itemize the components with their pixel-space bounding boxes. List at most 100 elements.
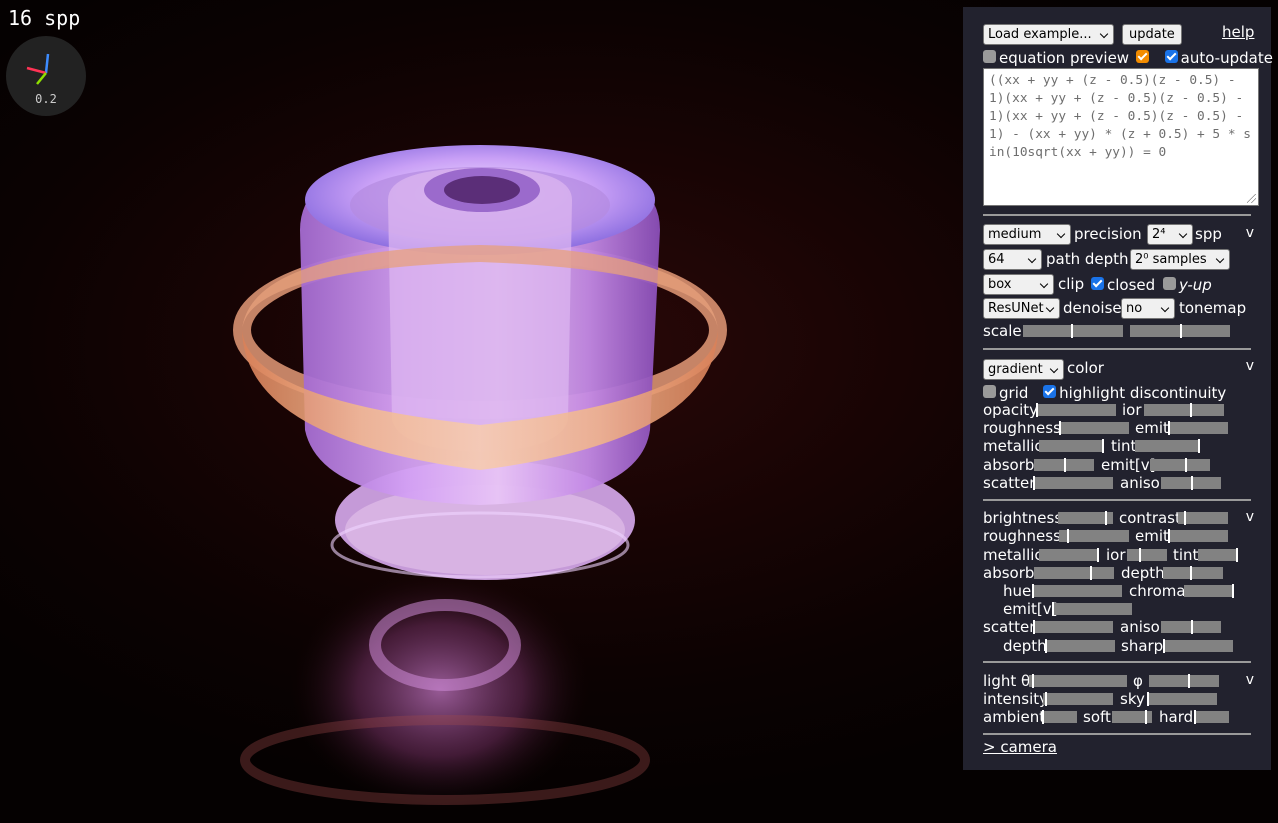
chroma-slider-thumb[interactable] — [1232, 584, 1234, 598]
sky-slider[interactable] — [1147, 692, 1217, 706]
tonemap-select[interactable]: no — [1121, 298, 1175, 319]
surface-absorb-label: absorb — [983, 564, 1035, 582]
surface-ior-slider-thumb[interactable] — [1139, 548, 1141, 562]
metallic-slider-thumb[interactable] — [1102, 439, 1104, 453]
surface-emit-slider-thumb[interactable] — [1168, 529, 1170, 543]
grid-label: grid — [999, 383, 1029, 402]
aniso-slider[interactable] — [1161, 476, 1221, 490]
ior-slider-thumb[interactable] — [1189, 403, 1192, 417]
ior-slider[interactable] — [1144, 403, 1224, 417]
opacity-slider-thumb[interactable] — [1036, 403, 1038, 417]
scatter-slider-thumb[interactable] — [1033, 476, 1035, 490]
scatter-slider[interactable] — [1033, 476, 1113, 490]
surface-scatter-slider-thumb[interactable] — [1033, 620, 1035, 634]
clip-select[interactable]: box — [983, 274, 1054, 295]
metallic-slider[interactable] — [1039, 439, 1104, 453]
aniso-slider-thumb[interactable] — [1191, 476, 1193, 490]
surface-depth-slider[interactable] — [1163, 566, 1223, 580]
light-phi-slider[interactable] — [1149, 674, 1219, 688]
surface-aniso-slider[interactable] — [1161, 620, 1221, 634]
y-up-checkbox[interactable] — [1163, 277, 1176, 290]
resize-grip-icon[interactable] — [1247, 194, 1256, 203]
precision-select[interactable]: medium — [983, 224, 1071, 245]
roughness-slider[interactable] — [1059, 421, 1129, 435]
surface-metallic-slider[interactable] — [1039, 548, 1099, 562]
sharp-slider[interactable] — [1163, 639, 1233, 653]
soft-slider-thumb[interactable] — [1144, 710, 1147, 724]
tint-slider[interactable] — [1135, 439, 1200, 453]
contrast-slider-thumb[interactable] — [1184, 511, 1186, 525]
soft-slider[interactable] — [1112, 710, 1152, 724]
light-theta-slider-thumb[interactable] — [1031, 674, 1034, 688]
sky-slider-thumb[interactable] — [1147, 692, 1149, 706]
hue-slider[interactable] — [1032, 584, 1122, 598]
surface-depth-slider-thumb[interactable] — [1190, 566, 1192, 580]
scale-label: scale — [983, 322, 1022, 340]
opacity-slider[interactable] — [1036, 403, 1116, 417]
closed-checkbox[interactable] — [1091, 277, 1104, 290]
surface-emit-v-slider-thumb[interactable] — [1052, 602, 1054, 616]
lighting-collapse-toggle[interactable]: v — [1246, 672, 1254, 688]
contrast-slider[interactable] — [1178, 511, 1228, 525]
surface-roughness-slider[interactable] — [1059, 529, 1129, 543]
surface-metallic-slider-thumb[interactable] — [1097, 548, 1099, 562]
path-depth-select[interactable]: 64 — [983, 249, 1042, 270]
surface-scatter-slider[interactable] — [1033, 620, 1113, 634]
spp-select[interactable]: 2⁴ — [1147, 224, 1193, 245]
load-example-select[interactable]: Load example... — [983, 24, 1114, 45]
intensity-slider[interactable] — [1043, 692, 1113, 706]
surface-ior-slider[interactable] — [1127, 548, 1167, 562]
surface-depth-2-slider[interactable] — [1045, 639, 1115, 653]
absorb-slider-thumb[interactable] — [1064, 458, 1066, 472]
hard-slider-thumb[interactable] — [1194, 710, 1196, 724]
preview-toggle-checkbox[interactable] — [1135, 50, 1149, 63]
surface-absorb-slider-thumb[interactable] — [1090, 566, 1092, 580]
hard-slider[interactable] — [1194, 710, 1229, 724]
highlight-discontinuity-checkbox[interactable] — [1043, 385, 1057, 398]
tint-slider-thumb[interactable] — [1198, 439, 1200, 453]
axes-gizmo[interactable]: 0.2 — [6, 36, 86, 116]
roughness-slider-thumb[interactable] — [1059, 421, 1061, 435]
sharp-slider-thumb[interactable] — [1163, 639, 1165, 653]
render-collapse-toggle[interactable]: v — [1246, 225, 1254, 241]
surface-collapse-toggle[interactable]: v — [1246, 509, 1254, 525]
intensity-slider-thumb[interactable] — [1045, 692, 1048, 706]
material-collapse-toggle[interactable]: v — [1246, 358, 1254, 374]
ambient-slider-thumb[interactable] — [1042, 710, 1044, 724]
brightness-slider-thumb[interactable] — [1104, 511, 1107, 525]
equation-text: ((xx + yy + (z - 0.5)(z - 0.5) - 1)(xx +… — [989, 73, 1251, 160]
equation-preview-checkbox[interactable] — [983, 50, 996, 63]
color-select[interactable]: gradient — [983, 359, 1064, 380]
surface-emit-slider[interactable] — [1168, 529, 1228, 543]
scale-slider-2[interactable] — [1130, 324, 1230, 338]
ambient-slider[interactable] — [1042, 710, 1077, 724]
scale-slider-1[interactable] — [1023, 324, 1123, 338]
emit-slider[interactable] — [1168, 421, 1228, 435]
help-link[interactable]: help — [1222, 23, 1254, 41]
surface-depth-2-slider-thumb[interactable] — [1045, 639, 1047, 653]
surface-absorb-slider[interactable] — [1034, 566, 1114, 580]
rendered-implicit-surface[interactable] — [0, 0, 960, 823]
absorb-slider[interactable] — [1034, 458, 1094, 472]
equation-textarea[interactable]: ((xx + yy + (z - 0.5)(z - 0.5) - 1)(xx +… — [983, 68, 1259, 206]
hue-slider-thumb[interactable] — [1032, 584, 1034, 598]
surface-emit-v-slider[interactable] — [1052, 602, 1132, 616]
samples-select[interactable]: 2⁰ samples — [1130, 249, 1230, 270]
chroma-slider[interactable] — [1184, 584, 1234, 598]
surface-tint-slider[interactable] — [1198, 548, 1238, 562]
camera-section-link[interactable]: > camera — [983, 738, 1057, 756]
emit-slider-thumb[interactable] — [1168, 421, 1170, 435]
auto-update-checkbox[interactable] — [1164, 50, 1178, 63]
light-phi-slider-thumb[interactable] — [1187, 674, 1190, 688]
surface-tint-slider-thumb[interactable] — [1236, 548, 1238, 562]
light-theta-slider[interactable] — [1029, 674, 1127, 688]
equation-preview-row: equation preview auto-update — [983, 48, 1273, 67]
surface-aniso-slider-thumb[interactable] — [1191, 620, 1193, 634]
surface-roughness-slider-thumb[interactable] — [1067, 529, 1070, 543]
denoise-select[interactable]: ResUNet — [983, 298, 1060, 319]
update-button[interactable]: update — [1122, 24, 1182, 45]
grid-checkbox[interactable] — [983, 385, 996, 398]
emit-v-slider-thumb[interactable] — [1184, 458, 1187, 472]
brightness-slider[interactable] — [1058, 511, 1113, 525]
emit-v-slider[interactable] — [1150, 458, 1210, 472]
